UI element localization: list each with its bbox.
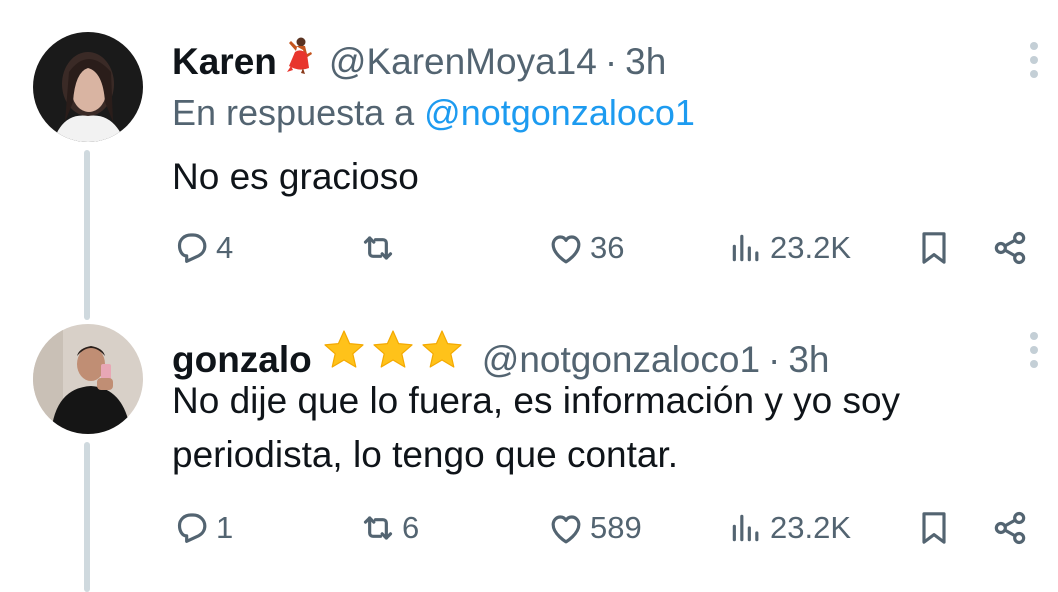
- like-count: 36: [590, 230, 625, 265]
- retweet-count: 6: [402, 510, 420, 545]
- display-name[interactable]: Karen: [172, 41, 277, 83]
- like-button[interactable]: 36: [546, 228, 624, 268]
- action-bar: 1 6 589 23.2K: [172, 508, 1032, 548]
- retweet-icon: [363, 236, 393, 260]
- action-bar: 4 36 23.2K: [172, 228, 1032, 268]
- thread-line: [84, 150, 90, 320]
- views-icon: [732, 234, 759, 262]
- more-options-icon[interactable]: [1030, 332, 1038, 368]
- bookmark-icon: [922, 232, 946, 264]
- reply-prefix: En respuesta a: [172, 92, 415, 133]
- tweet-text: No es gracioso: [172, 156, 419, 197]
- thread-line: [84, 442, 90, 592]
- stars-emoji: [320, 328, 468, 372]
- tweet-text: No dije que lo fuera, es información y y…: [172, 380, 901, 475]
- bookmark-button[interactable]: [914, 508, 954, 548]
- reply-button[interactable]: 1: [172, 508, 233, 548]
- share-button[interactable]: [990, 228, 1030, 268]
- bookmark-icon: [922, 512, 946, 544]
- heart-icon: [551, 235, 581, 264]
- views-count: 23.2K: [770, 510, 852, 545]
- reply-icon: [177, 513, 207, 543]
- views-icon: [732, 514, 759, 542]
- reply-icon: [177, 233, 207, 263]
- handle[interactable]: @KarenMoya14: [329, 41, 597, 83]
- heart-icon: [551, 515, 581, 544]
- timestamp[interactable]: 3h: [625, 41, 666, 83]
- reply-count: 4: [216, 230, 234, 265]
- like-count: 589: [590, 510, 642, 545]
- share-icon: [994, 231, 1026, 265]
- retweet-icon: [363, 516, 393, 540]
- more-options-icon[interactable]: [1030, 42, 1038, 78]
- reply-count: 1: [216, 510, 234, 545]
- retweet-button[interactable]: [358, 228, 402, 268]
- views-button[interactable]: 23.2K: [726, 508, 851, 548]
- dancer-emoji: [285, 36, 315, 74]
- share-icon: [994, 511, 1026, 545]
- reply-context: En respuesta a @notgonzaloco1: [172, 92, 695, 134]
- retweet-button[interactable]: 6: [358, 508, 419, 548]
- like-button[interactable]: 589: [546, 508, 642, 548]
- views-button[interactable]: 23.2K: [726, 228, 851, 268]
- avatar[interactable]: [33, 32, 143, 142]
- share-button[interactable]: [990, 508, 1030, 548]
- reply-mention-link[interactable]: @notgonzaloco1: [424, 92, 695, 133]
- views-count: 23.2K: [770, 230, 852, 265]
- avatar[interactable]: [33, 324, 143, 434]
- bookmark-button[interactable]: [914, 228, 954, 268]
- tweet-gonzalo[interactable]: gonzalo @notgonzaloco1 · 3h No dije que …: [0, 300, 1058, 592]
- tweet-header: Karen @KarenMoya14 · 3h: [172, 36, 666, 83]
- reply-button[interactable]: 4: [172, 228, 233, 268]
- tweet-karen[interactable]: Karen @KarenMoya14 · 3h En respuesta a @…: [0, 0, 1058, 320]
- separator: ·: [604, 41, 618, 82]
